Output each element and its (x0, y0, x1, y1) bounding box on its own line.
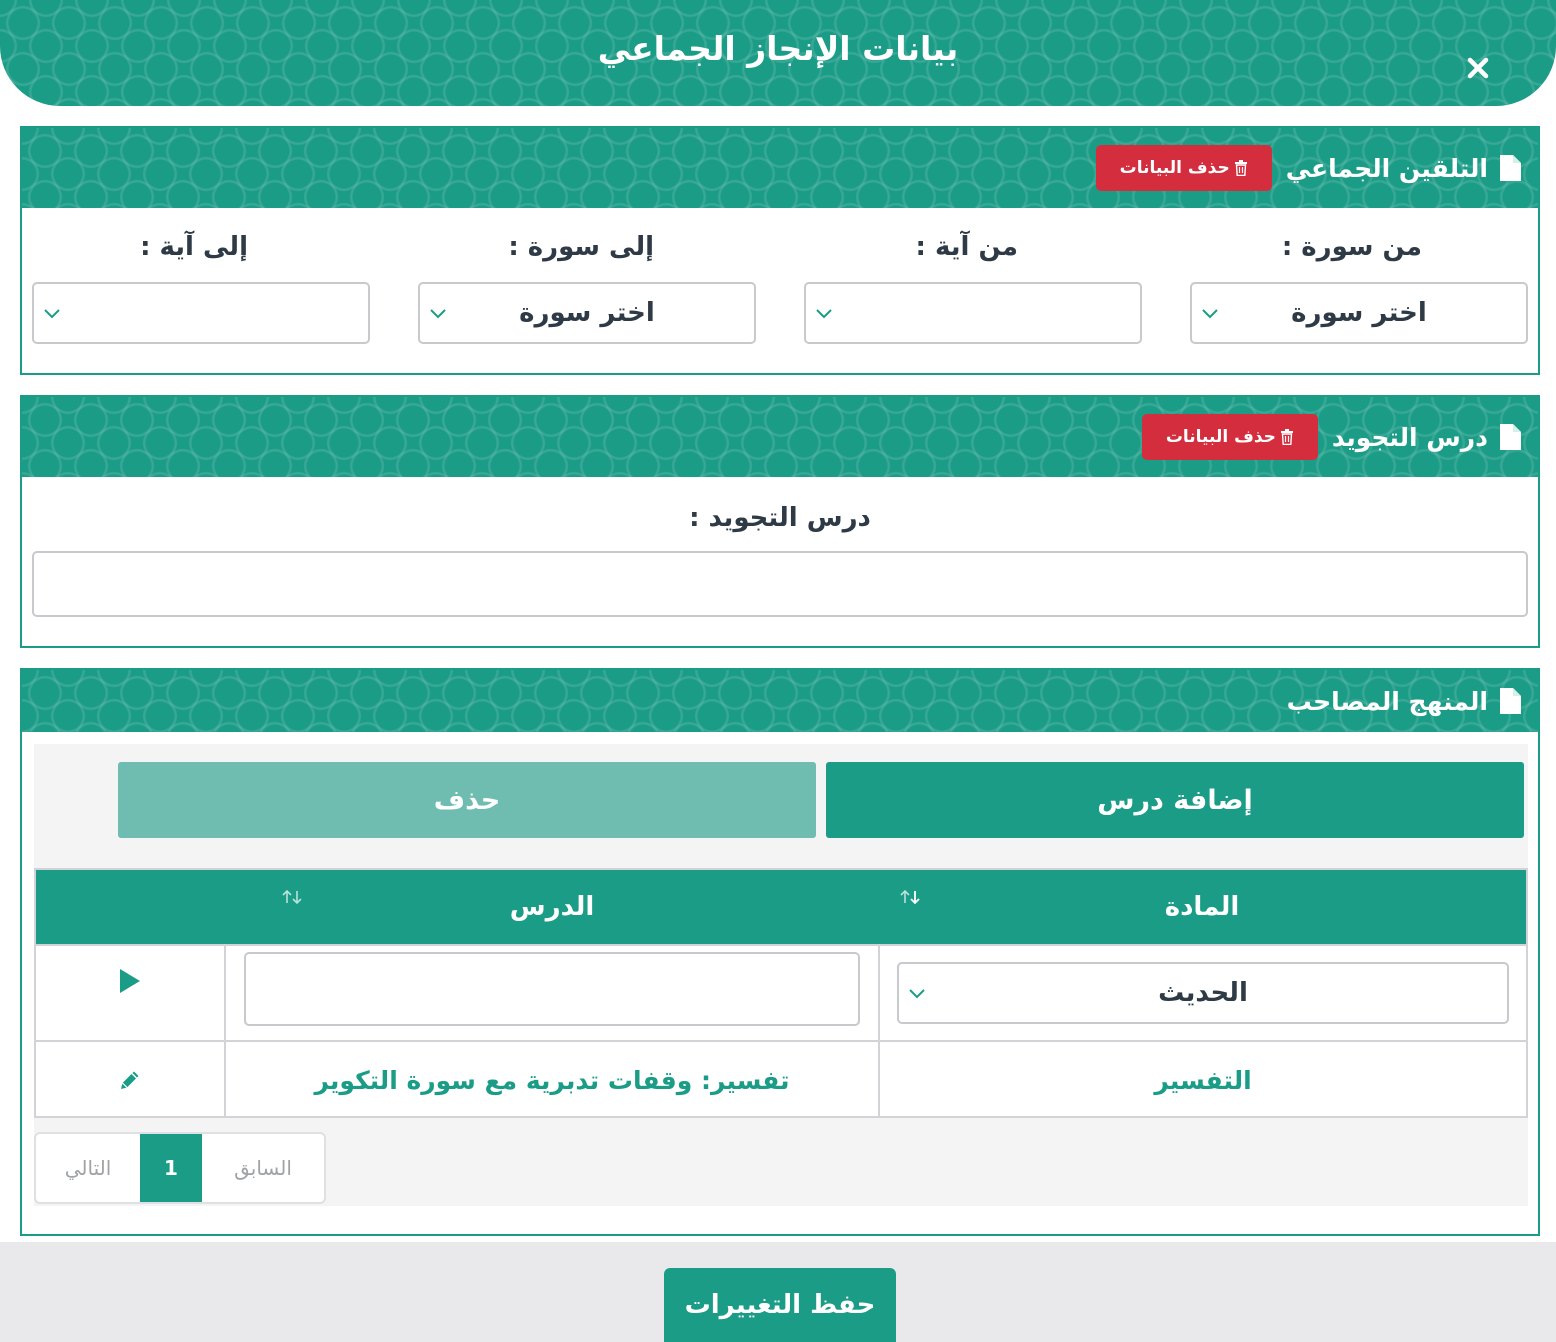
subject-cell: التفسير (1154, 1065, 1252, 1095)
subject-select-value: الحديث (1158, 978, 1248, 1008)
lesson-cell: تفسير: وقفات تدبرية مع سورة التكوير (314, 1065, 790, 1095)
trash-icon (1280, 429, 1294, 445)
chevron-down-icon (907, 983, 927, 1003)
modal-title: بيانات الإنجاز الجماعي (597, 28, 959, 68)
pager-page-1[interactable]: 1 (140, 1134, 202, 1202)
to-ayah-select[interactable] (32, 282, 370, 344)
tajweed-card: درس التجويد حذف البيانات درس التجويد : (20, 395, 1540, 648)
tajweed-card-header: درس التجويد حذف البيانات (22, 397, 1538, 477)
subject-select[interactable]: الحديث (897, 962, 1509, 1024)
action-cell (36, 1042, 224, 1118)
talqeen-title: التلقين الجماعي (1285, 153, 1488, 183)
to-surah-select[interactable]: اختر سورة (418, 282, 756, 344)
pagination: التالي 1 السابق (34, 1132, 326, 1204)
tajweed-delete-button[interactable]: حذف البيانات (1141, 414, 1318, 460)
curriculum-title-wrap: المنهج المصاحب (1287, 687, 1522, 716)
talqeen-card-header: التلقين الجماعي حذف البيانات (22, 128, 1538, 208)
sort-icon[interactable] (280, 888, 304, 906)
table-row: الحديث (36, 944, 1526, 1040)
curriculum-card: المنهج المصاحب إضافة درس حذف المادة الدر… (20, 668, 1540, 1236)
from-surah-select[interactable]: اختر سورة (1190, 282, 1528, 344)
talqeen-delete-button[interactable]: حذف البيانات (1095, 145, 1272, 191)
chevron-down-icon (42, 303, 62, 323)
curriculum-card-header: المنهج المصاحب (22, 670, 1538, 732)
column-header-lesson[interactable]: الدرس (226, 870, 878, 944)
chevron-down-icon (1200, 303, 1220, 323)
tajweed-title-wrap: درس التجويد (1332, 423, 1522, 452)
pager-next[interactable]: التالي (36, 1134, 140, 1202)
modal-footer: حفظ التغييرات (0, 1242, 1556, 1342)
from-surah-label: من سورة : (1281, 232, 1422, 262)
tajweed-delete-label: حذف البيانات (1165, 427, 1276, 447)
to-ayah-label: إلى آية : (140, 232, 248, 262)
talqeen-title-wrap: التلقين الجماعي (1286, 154, 1522, 183)
file-icon (1498, 423, 1522, 451)
column-header-subject[interactable]: المادة (878, 870, 1526, 944)
to-surah-value: اختر سورة (519, 298, 655, 328)
lesson-input[interactable] (244, 952, 860, 1026)
lesson-cell (226, 946, 878, 1040)
play-icon[interactable] (118, 968, 142, 994)
tajweed-field-label: درس التجويد : (689, 503, 871, 533)
action-cell (36, 946, 224, 1040)
from-ayah-label: من آية : (915, 232, 1018, 262)
chevron-down-icon (814, 303, 834, 323)
file-icon (1498, 687, 1522, 715)
curriculum-title: المنهج المصاحب (1286, 686, 1488, 716)
pencil-icon[interactable] (118, 1068, 142, 1092)
from-ayah-select[interactable] (804, 282, 1142, 344)
to-surah-label: إلى سورة : (508, 232, 654, 262)
curriculum-table: المادة الدرس الحديث التفسير تفسير: وقفات… (34, 868, 1528, 1118)
close-icon[interactable] (1464, 54, 1492, 82)
subject-cell: الحديث (880, 946, 1526, 1040)
sort-icon[interactable] (898, 888, 922, 906)
delete-lesson-button[interactable]: حذف (118, 762, 816, 838)
add-lesson-button[interactable]: إضافة درس (826, 762, 1524, 838)
talqeen-delete-label: حذف البيانات (1119, 158, 1230, 178)
table-header: المادة الدرس (36, 870, 1526, 944)
talqeen-card: التلقين الجماعي حذف البيانات من سورة : ا… (20, 126, 1540, 375)
trash-icon (1234, 160, 1248, 176)
modal-header: بيانات الإنجاز الجماعي (0, 0, 1556, 106)
curriculum-area: إضافة درس حذف المادة الدرس الحديث التفسي… (34, 744, 1528, 1206)
save-changes-button[interactable]: حفظ التغييرات (664, 1268, 896, 1342)
from-surah-value: اختر سورة (1291, 298, 1427, 328)
pager-prev[interactable]: السابق (202, 1134, 324, 1202)
tajweed-title: درس التجويد (1331, 422, 1488, 452)
tajweed-input[interactable] (32, 551, 1528, 617)
chevron-down-icon (428, 303, 448, 323)
table-row: التفسير تفسير: وقفات تدبرية مع سورة التك… (36, 1040, 1526, 1118)
file-icon (1498, 154, 1522, 182)
